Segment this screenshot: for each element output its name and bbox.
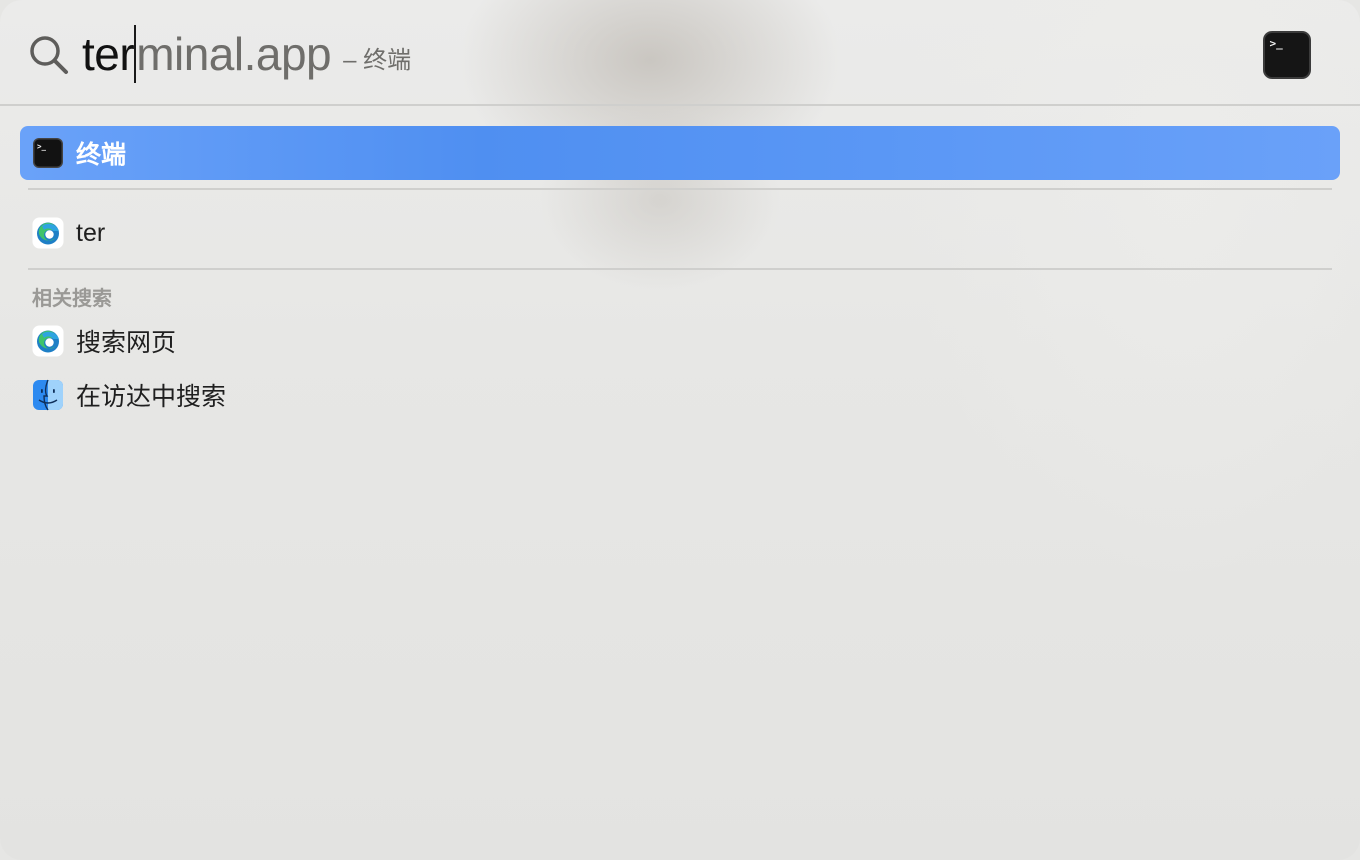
section-divider <box>28 268 1332 270</box>
edge-browser-icon <box>32 217 64 249</box>
edge-browser-icon <box>32 325 64 357</box>
result-search-in-finder[interactable]: 在访达中搜索 <box>20 368 1340 422</box>
search-query-typed: ter <box>82 28 135 80</box>
result-search-web[interactable]: 搜索网页 <box>20 314 1340 368</box>
search-divider <box>0 104 1360 106</box>
result-label: 终端 <box>76 141 127 169</box>
result-suggestion-ter[interactable]: ter <box>20 206 1340 260</box>
search-bar[interactable]: ter minal.app – 终端 >_ <box>0 0 1360 104</box>
search-input[interactable]: ter minal.app – 终端 <box>82 24 411 84</box>
terminal-app-icon: >_ <box>33 138 63 168</box>
search-icon <box>30 36 68 74</box>
spotlight-window: ter minal.app – 终端 >_ >_ 终端 ter 相关搜索 搜索网… <box>0 0 1360 860</box>
result-top-hit-terminal[interactable]: >_ 终端 <box>20 126 1340 180</box>
related-searches-header: 相关搜索 <box>32 288 112 310</box>
terminal-app-icon: >_ <box>1263 31 1311 79</box>
result-label: 搜索网页 <box>76 329 177 357</box>
svg-text:>_: >_ <box>37 142 47 151</box>
result-label: 在访达中搜索 <box>76 383 227 411</box>
section-divider <box>28 188 1332 190</box>
result-label: ter <box>76 218 106 247</box>
search-completion-hint: – 终端 <box>343 46 412 74</box>
svg-text:>_: >_ <box>1270 37 1284 50</box>
search-query-completion: minal.app <box>136 28 332 80</box>
finder-icon <box>33 379 63 411</box>
